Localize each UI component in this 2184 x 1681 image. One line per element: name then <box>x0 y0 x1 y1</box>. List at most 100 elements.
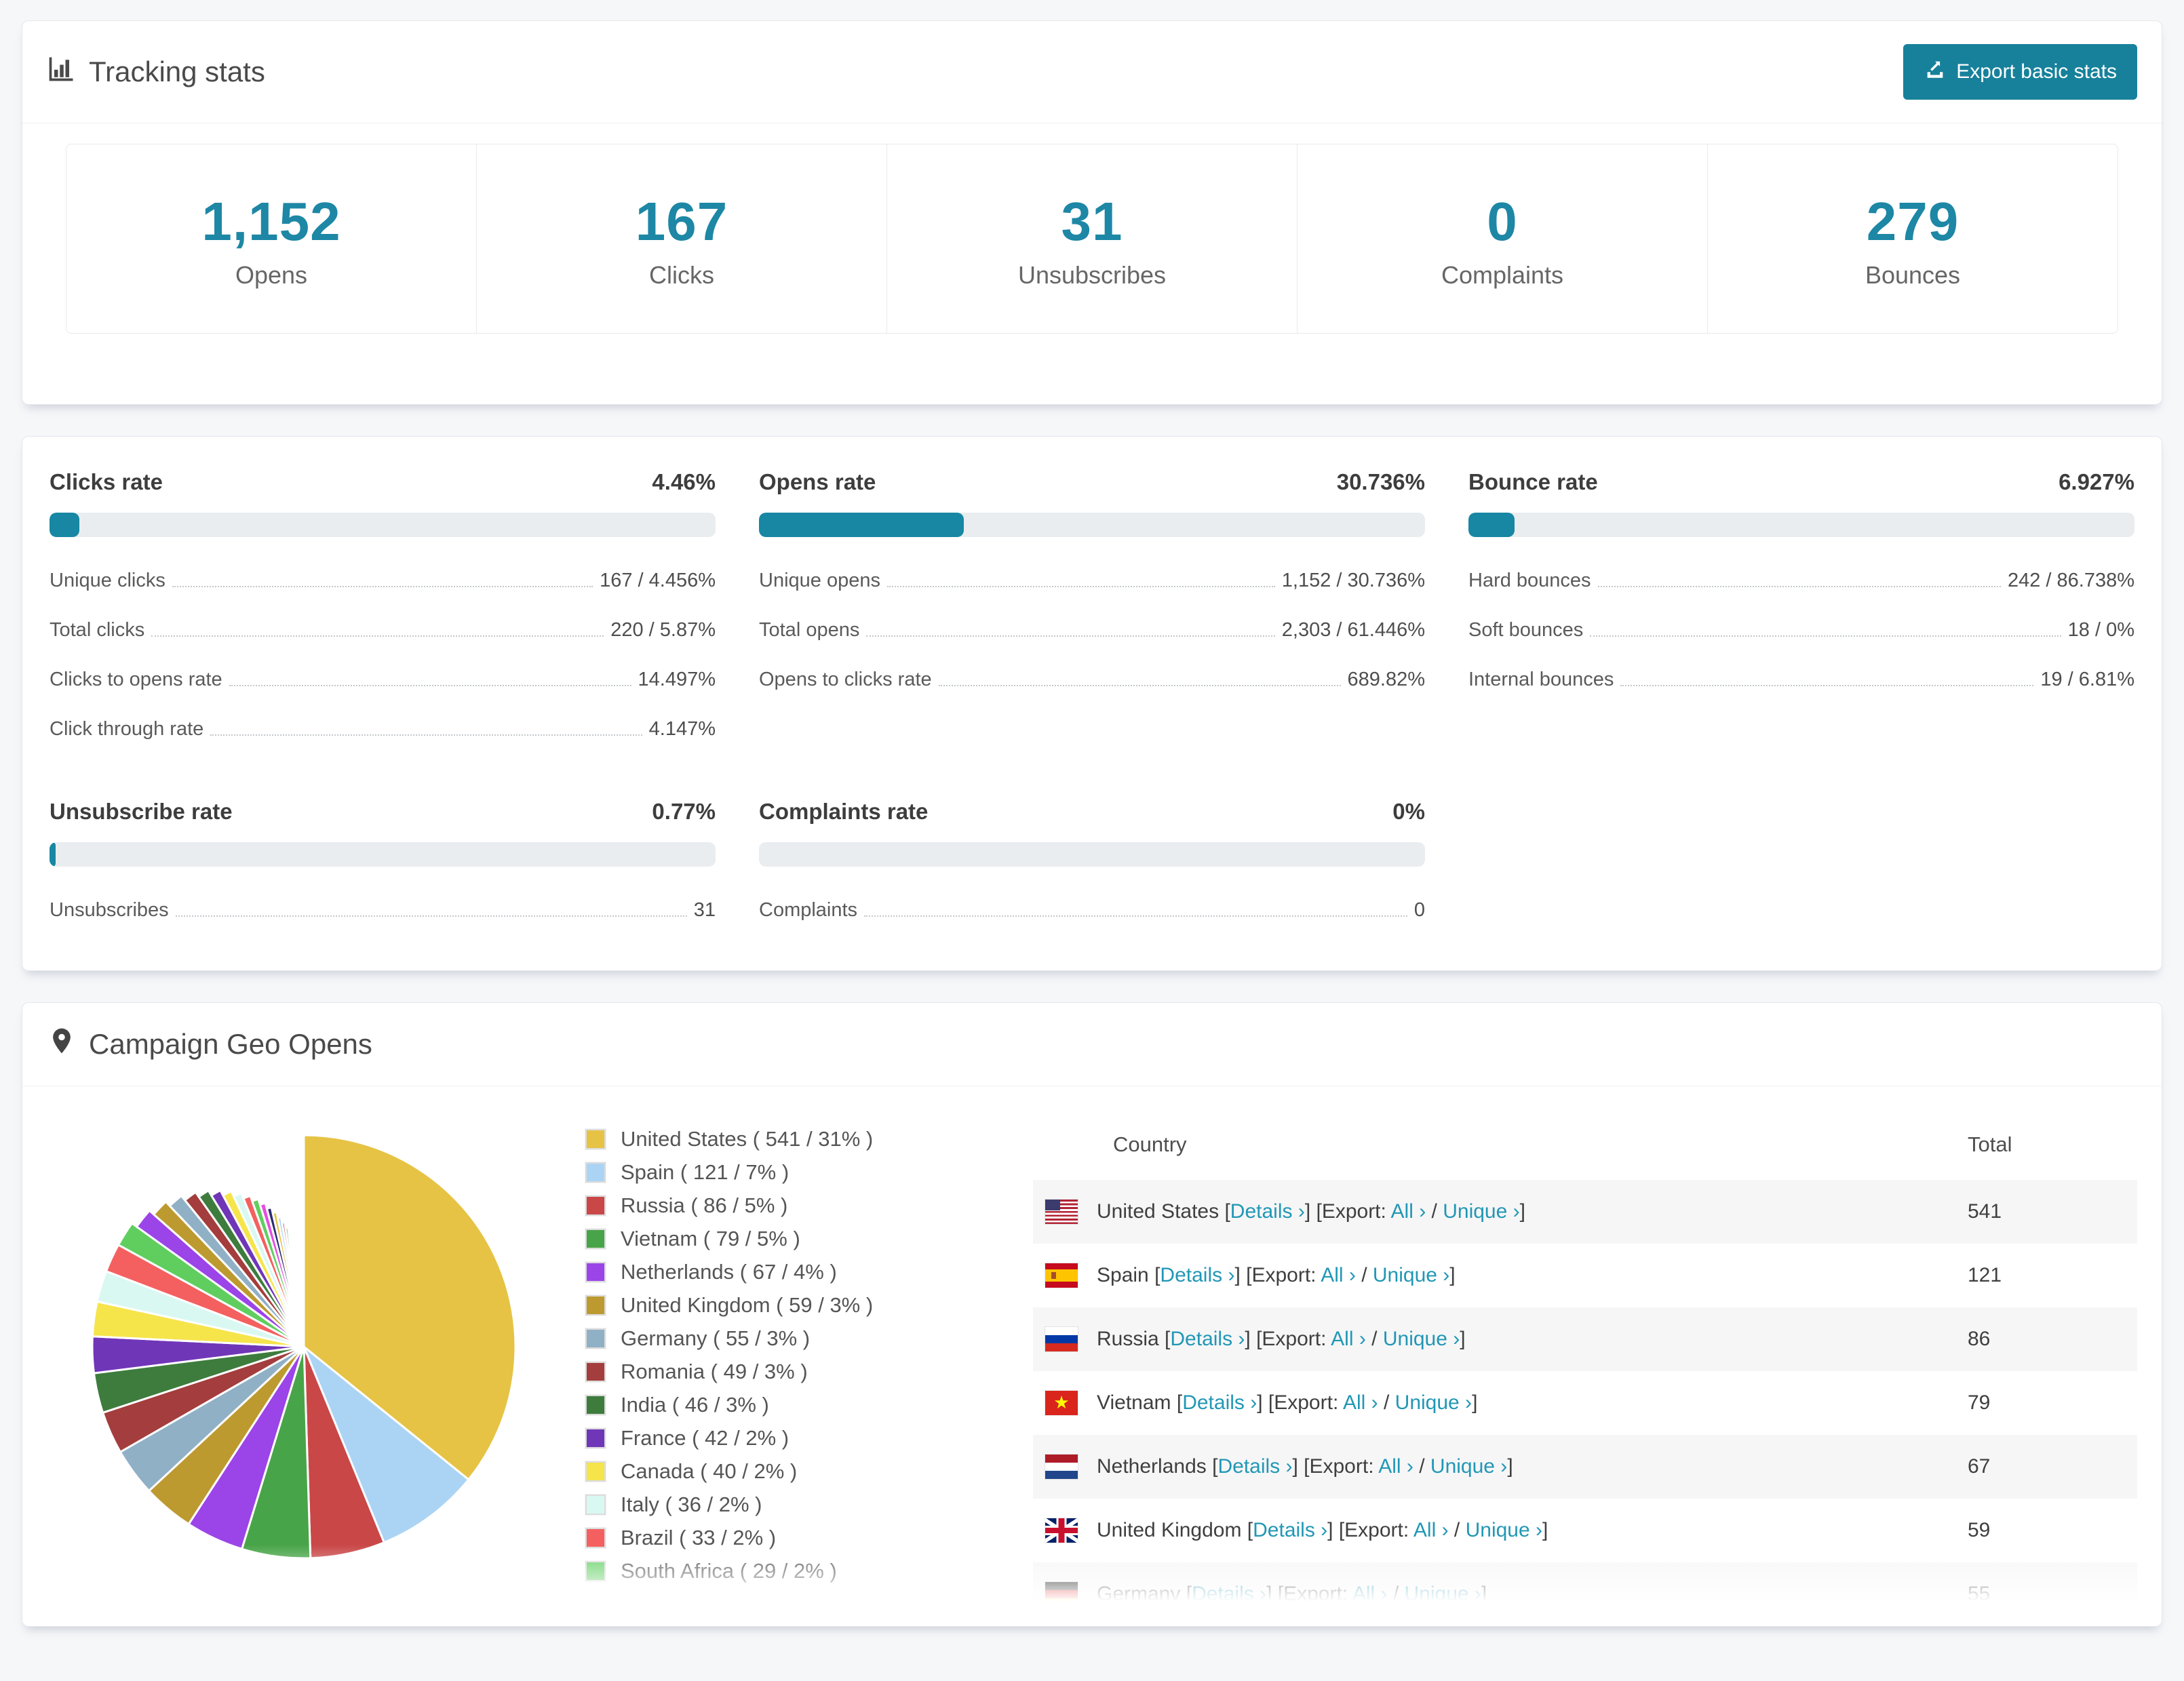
legend-item: Russia ( 86 / 5% ) <box>585 1193 979 1218</box>
rate-stat-label: Unique opens <box>759 570 880 592</box>
geo-row-text: Germany [Details ›] [Export: All › / Uni… <box>1097 1583 1487 1606</box>
legend-item: Brazil ( 33 / 2% ) <box>585 1526 979 1550</box>
geo-row-total: 121 <box>1968 1264 2137 1287</box>
legend-label: Italy ( 36 / 2% ) <box>621 1492 762 1517</box>
slash: / <box>1426 1200 1443 1223</box>
export-basic-stats-button[interactable]: Export basic stats <box>1903 44 2137 100</box>
rate-progress-track <box>50 513 716 537</box>
export-unique-link[interactable]: Unique › <box>1405 1583 1481 1605</box>
geo-row-country-cell: United Kingdom [Details ›] [Export: All … <box>1033 1518 1968 1543</box>
rate-block-complaints-rate: Complaints rate0% Complaints0 <box>759 799 1425 922</box>
export-all-link[interactable]: All › <box>1391 1200 1426 1223</box>
dotted-leader <box>176 915 687 917</box>
geo-row-total: 86 <box>1968 1328 2137 1351</box>
export-all-link[interactable]: All › <box>1331 1328 1366 1350</box>
map-pin-icon <box>47 1026 77 1063</box>
export-all-link[interactable]: All › <box>1413 1519 1449 1541</box>
geo-row-country-cell: Russia [Details ›] [Export: All › / Uniq… <box>1033 1327 1968 1351</box>
country-name: Germany <box>1097 1583 1186 1605</box>
legend-item: France ( 42 / 2% ) <box>585 1426 979 1450</box>
legend-swatch <box>585 1229 606 1249</box>
geo-row-country-cell: Netherlands [Details ›] [Export: All › /… <box>1033 1455 1968 1479</box>
export-unique-link[interactable]: Unique › <box>1373 1264 1449 1286</box>
bracket: ] [Export: <box>1257 1391 1343 1414</box>
rate-value: 4.46% <box>652 469 716 495</box>
details-link[interactable]: Details › <box>1253 1519 1327 1541</box>
stat-box-unsubscribes: 31Unsubscribes <box>887 144 1298 333</box>
legend-swatch <box>585 1195 606 1216</box>
export-all-link[interactable]: All › <box>1343 1391 1378 1414</box>
rate-head: Opens rate30.736% <box>759 469 1425 495</box>
legend-item: South Africa ( 29 / 2% ) <box>585 1559 979 1583</box>
rate-progress-track <box>759 513 1425 537</box>
rate-stat-line: Clicks to opens rate14.497% <box>50 669 716 691</box>
bracket: ] [Export: <box>1305 1200 1391 1223</box>
geo-opens-card: Campaign Geo Opens United States ( 541 /… <box>22 1002 2162 1627</box>
export-all-link[interactable]: All › <box>1352 1583 1388 1605</box>
details-link[interactable]: Details › <box>1192 1583 1266 1605</box>
geo-table-row-nl: Netherlands [Details ›] [Export: All › /… <box>1033 1435 2137 1499</box>
rate-stat-line: Soft bounces18 / 0% <box>1468 619 2134 641</box>
details-link[interactable]: Details › <box>1182 1391 1257 1414</box>
geo-row-country-cell: United States [Details ›] [Export: All ›… <box>1033 1200 1968 1224</box>
slash: / <box>1449 1519 1466 1541</box>
dotted-leader <box>939 685 1341 686</box>
legend-item: Italy ( 36 / 2% ) <box>585 1492 979 1517</box>
tracking-stats-title: Tracking stats <box>47 54 265 90</box>
stat-box-complaints: 0Complaints <box>1298 144 1708 333</box>
bracket: ] [Export: <box>1234 1264 1321 1286</box>
export-unique-link[interactable]: Unique › <box>1443 1200 1519 1223</box>
rate-stat-line: Unique clicks167 / 4.456% <box>50 570 716 592</box>
details-link[interactable]: Details › <box>1217 1455 1292 1478</box>
legend-label: United Kingdom ( 59 / 3% ) <box>621 1293 873 1318</box>
legend-label: Germany ( 55 / 3% ) <box>621 1326 810 1351</box>
export-all-link[interactable]: All › <box>1378 1455 1413 1478</box>
geo-row-text: Russia [Details ›] [Export: All › / Uniq… <box>1097 1328 1466 1351</box>
legend-swatch <box>585 1262 606 1282</box>
details-link[interactable]: Details › <box>1160 1264 1234 1286</box>
details-link[interactable]: Details › <box>1230 1200 1305 1223</box>
export-unique-link[interactable]: Unique › <box>1466 1519 1542 1541</box>
legend-swatch <box>585 1295 606 1316</box>
country-name: United States <box>1097 1200 1224 1223</box>
country-name: United Kingdom <box>1097 1519 1247 1541</box>
rate-stat-label: Total opens <box>759 619 859 641</box>
export-all-link[interactable]: All › <box>1321 1264 1356 1286</box>
rate-stat-label: Click through rate <box>50 718 203 740</box>
legend-label: Netherlands ( 67 / 4% ) <box>621 1260 837 1284</box>
rate-head: Unsubscribe rate0.77% <box>50 799 716 825</box>
rate-stat-line: Click through rate4.147% <box>50 718 716 740</box>
dotted-leader <box>1620 685 2033 686</box>
geo-row-text: Vietnam [Details ›] [Export: All › / Uni… <box>1097 1391 1477 1415</box>
geo-row-text: United States [Details ›] [Export: All ›… <box>1097 1200 1525 1223</box>
rate-stat-label: Clicks to opens rate <box>50 669 222 691</box>
geo-row-total: 55 <box>1968 1583 2137 1606</box>
rates-grid: Clicks rate 4.46% Unique clicks167 / 4.456… <box>22 437 2162 970</box>
geo-row-country-cell: Germany [Details ›] [Export: All › / Uni… <box>1033 1582 1968 1606</box>
legend-label: Brazil ( 33 / 2% ) <box>621 1526 776 1550</box>
geo-row-total: 541 <box>1968 1200 2137 1223</box>
flag-icon-es <box>1045 1263 1078 1288</box>
rates-card: Clicks rate 4.46% Unique clicks167 / 4.456… <box>22 436 2162 971</box>
rate-stat-line: Total clicks220 / 5.87% <box>50 619 716 641</box>
country-name: Netherlands <box>1097 1455 1212 1478</box>
rate-head: Complaints rate0% <box>759 799 1425 825</box>
details-link[interactable]: Details › <box>1170 1328 1245 1350</box>
rate-stat-value: 18 / 0% <box>2068 619 2134 641</box>
stat-value: 0 <box>1298 191 1707 253</box>
page: Tracking stats Export basic stats 1,152O… <box>0 0 2184 1681</box>
rate-stat-value: 167 / 4.456% <box>600 570 716 592</box>
geo-table-header-total: Total <box>1968 1132 2137 1157</box>
bracket: ] <box>1481 1583 1487 1605</box>
rate-stat-label: Complaints <box>759 899 857 922</box>
rate-title: Clicks rate <box>50 469 163 495</box>
flag-icon-ru <box>1045 1327 1078 1351</box>
slash: / <box>1413 1455 1430 1478</box>
geo-table-row-es: Spain [Details ›] [Export: All › / Uniqu… <box>1033 1244 2137 1307</box>
export-unique-link[interactable]: Unique › <box>1430 1455 1507 1478</box>
legend-swatch <box>585 1495 606 1515</box>
rate-stat-line: Complaints0 <box>759 899 1425 922</box>
export-unique-link[interactable]: Unique › <box>1395 1391 1472 1414</box>
dotted-leader <box>172 586 593 587</box>
export-unique-link[interactable]: Unique › <box>1383 1328 1460 1350</box>
